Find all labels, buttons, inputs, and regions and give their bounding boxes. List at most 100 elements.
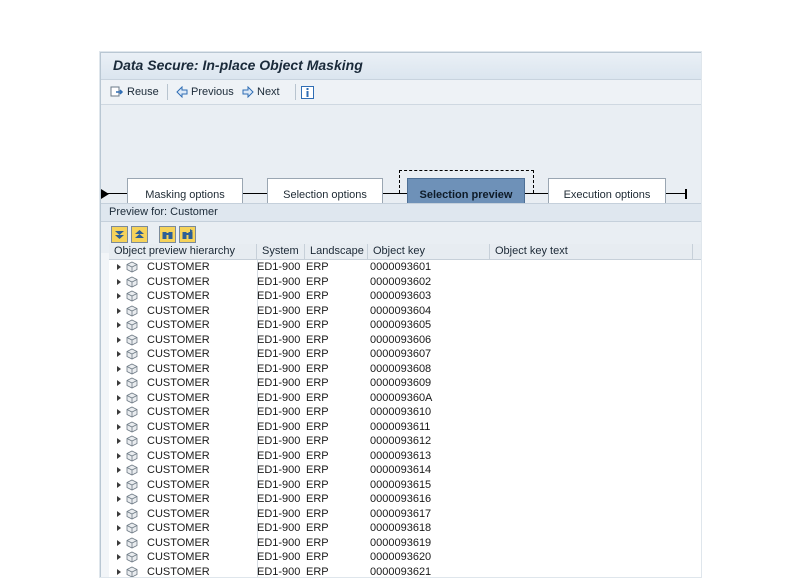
- table-row[interactable]: CUSTOMER ED1-900 ERP 0000093615: [109, 478, 701, 493]
- object-name: CUSTOMER: [147, 261, 210, 273]
- expand-node-icon[interactable]: [117, 467, 121, 473]
- table-row[interactable]: CUSTOMER ED1-900 ERP 0000093602: [109, 275, 701, 290]
- cube-icon: [126, 479, 138, 490]
- object-key-cell: 0000093617: [370, 507, 432, 520]
- expand-node-icon[interactable]: [117, 438, 121, 444]
- next-label: Next: [257, 86, 280, 98]
- expand-node-icon[interactable]: [117, 351, 121, 357]
- expand-node-icon[interactable]: [117, 423, 121, 430]
- table-row[interactable]: CUSTOMER ED1-900 ERP 000009360A: [109, 391, 701, 406]
- cube-icon: [126, 392, 138, 403]
- cube-icon: [126, 363, 138, 374]
- column-header-hierarchy[interactable]: Object preview hierarchy: [109, 244, 257, 259]
- object-name: CUSTOMER: [147, 319, 210, 331]
- expand-node-icon[interactable]: [117, 525, 121, 531]
- table-row[interactable]: CUSTOMER ED1-900 ERP 0000093617: [109, 507, 701, 522]
- cube-icon: [126, 377, 138, 389]
- expand-node-icon[interactable]: [117, 394, 121, 401]
- next-button[interactable]: Next: [242, 84, 280, 100]
- expand-node-icon[interactable]: [117, 307, 121, 314]
- system-cell: ED1-900: [257, 304, 301, 317]
- find-next-button[interactable]: [179, 226, 196, 243]
- expand-node-icon[interactable]: [117, 380, 121, 386]
- expand-node-icon[interactable]: [117, 568, 121, 575]
- landscape-cell: ERP: [306, 261, 329, 273]
- table-row[interactable]: CUSTOMER ED1-900 ERP 0000093611: [109, 420, 701, 435]
- cube-icon: [126, 276, 138, 287]
- object-name: CUSTOMER: [147, 449, 210, 462]
- info-button[interactable]: [301, 84, 314, 100]
- table-row[interactable]: CUSTOMER ED1-900 ERP 0000093616: [109, 492, 701, 507]
- system-cell: ED1-900: [257, 261, 301, 273]
- expand-node-icon[interactable]: [117, 539, 121, 546]
- table-row[interactable]: CUSTOMER ED1-900 ERP 0000093606: [109, 333, 701, 348]
- table-row[interactable]: CUSTOMER ED1-900 ERP 0000093619: [109, 536, 701, 551]
- cube-icon: [126, 261, 138, 273]
- table-row[interactable]: CUSTOMER ED1-900 ERP 0000093612: [109, 434, 701, 449]
- cube-icon: [126, 537, 138, 548]
- landscape-cell: ERP: [306, 536, 329, 549]
- collapse-all-icon: [135, 230, 144, 238]
- expand-node-icon[interactable]: [117, 554, 121, 560]
- cube-icon: [126, 305, 138, 316]
- object-name: CUSTOMER: [147, 348, 210, 360]
- table-row[interactable]: CUSTOMER ED1-900 ERP 0000093614: [109, 463, 701, 478]
- table-row[interactable]: CUSTOMER ED1-900 ERP 0000093613: [109, 449, 701, 464]
- object-key-cell: 0000093613: [370, 449, 432, 462]
- roadmap-start-arrow: [101, 189, 109, 199]
- cube-icon: [126, 435, 138, 447]
- column-header-object-key-text[interactable]: Object key text: [490, 244, 693, 259]
- system-cell: ED1-900: [257, 348, 301, 360]
- toolbar: Reuse Previous Next: [101, 80, 701, 105]
- expand-node-icon[interactable]: [117, 452, 121, 459]
- object-name: CUSTOMER: [147, 435, 210, 447]
- previous-button[interactable]: Previous: [176, 84, 234, 100]
- table-row[interactable]: CUSTOMER ED1-900 ERP 0000093601: [109, 260, 701, 275]
- cube-icon: [126, 464, 138, 476]
- table-row[interactable]: CUSTOMER ED1-900 ERP 0000093610: [109, 405, 701, 420]
- cube-icon: [126, 334, 138, 345]
- table-row[interactable]: CUSTOMER ED1-900 ERP 0000093605: [109, 318, 701, 333]
- expand-node-icon[interactable]: [117, 336, 121, 343]
- expand-node-icon[interactable]: [117, 278, 121, 285]
- expand-node-icon[interactable]: [117, 510, 121, 517]
- cube-icon: [126, 551, 138, 563]
- tree-toolbar: [111, 226, 196, 243]
- table-row[interactable]: CUSTOMER ED1-900 ERP 0000093621: [109, 565, 701, 578]
- table-row[interactable]: CUSTOMER ED1-900 ERP 0000093608: [109, 362, 701, 377]
- expand-node-icon[interactable]: [117, 481, 121, 488]
- object-key-cell: 0000093615: [370, 478, 432, 491]
- column-header-object-key[interactable]: Object key: [368, 244, 490, 259]
- landscape-cell: ERP: [306, 333, 329, 346]
- table-row[interactable]: CUSTOMER ED1-900 ERP 0000093609: [109, 376, 701, 391]
- table-row[interactable]: CUSTOMER ED1-900 ERP 0000093603: [109, 289, 701, 304]
- landscape-cell: ERP: [306, 290, 329, 302]
- expand-node-icon[interactable]: [117, 409, 121, 415]
- object-key-cell: 0000093621: [370, 565, 432, 578]
- expand-node-icon[interactable]: [117, 293, 121, 299]
- step-label: Masking options: [145, 188, 225, 201]
- table-row[interactable]: CUSTOMER ED1-900 ERP 0000093618: [109, 521, 701, 536]
- arrow-right-icon: [242, 86, 254, 98]
- table-row[interactable]: CUSTOMER ED1-900 ERP 0000093604: [109, 304, 701, 319]
- find-button[interactable]: [159, 226, 176, 243]
- object-key-cell: 0000093602: [370, 275, 432, 288]
- expand-node-icon[interactable]: [117, 496, 121, 502]
- object-name: CUSTOMER: [147, 304, 210, 317]
- system-cell: ED1-900: [257, 478, 301, 491]
- table-row[interactable]: CUSTOMER ED1-900 ERP 0000093607: [109, 347, 701, 362]
- expand-all-button[interactable]: [111, 226, 128, 243]
- expand-all-icon: [115, 231, 124, 239]
- column-header-landscape[interactable]: Landscape: [305, 244, 368, 259]
- column-header-system[interactable]: System: [257, 244, 305, 259]
- table-row[interactable]: CUSTOMER ED1-900 ERP 0000093620: [109, 550, 701, 565]
- reuse-button[interactable]: Reuse: [110, 84, 159, 100]
- preview-tree-grid: Object preview hierarchy System Landscap…: [109, 244, 701, 577]
- system-cell: ED1-900: [257, 333, 301, 346]
- find-icon: [162, 232, 173, 239]
- expand-node-icon[interactable]: [117, 322, 121, 328]
- expand-node-icon[interactable]: [117, 264, 121, 270]
- collapse-all-button[interactable]: [131, 226, 148, 243]
- object-key-cell: 0000093604: [370, 304, 432, 317]
- expand-node-icon[interactable]: [117, 365, 121, 372]
